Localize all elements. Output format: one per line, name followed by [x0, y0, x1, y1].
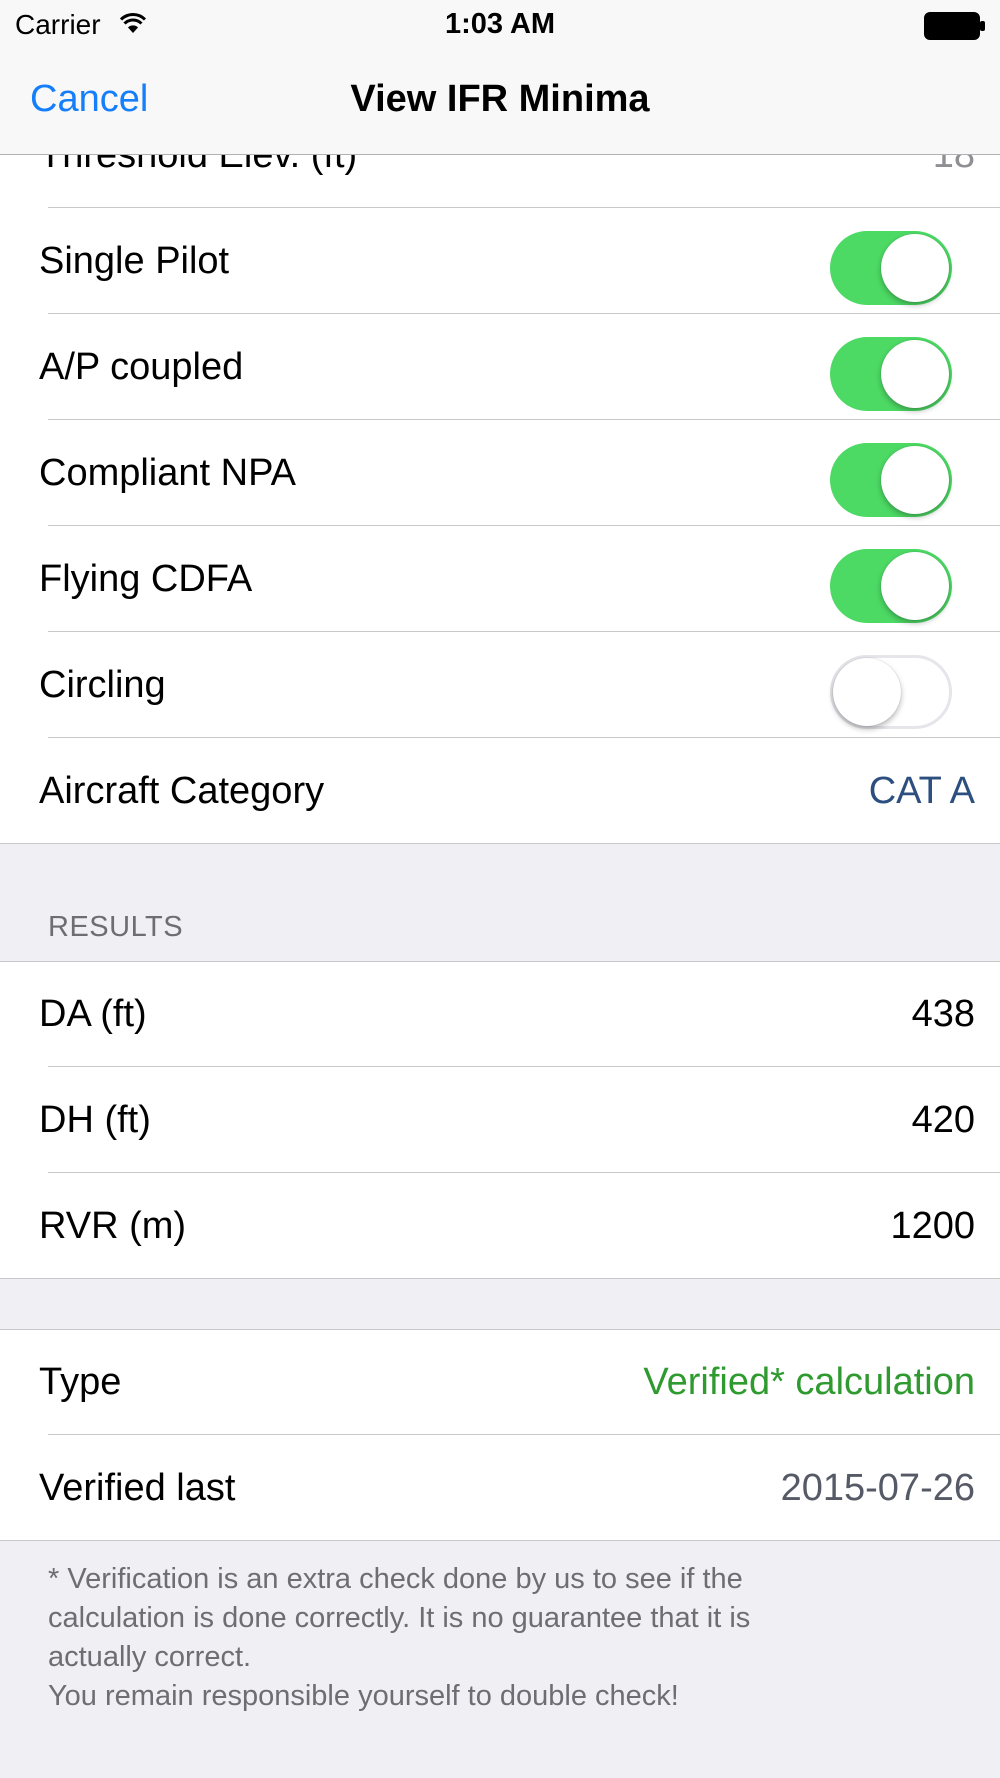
- status-bar: Carrier 1:03 AM: [0, 0, 1000, 52]
- type-value: Verified* calculation: [643, 1361, 975, 1403]
- verification-group: Type Verified* calculation Verified last…: [0, 1329, 1000, 1541]
- aircraft-category-label: Aircraft Category: [39, 770, 325, 812]
- compliant-npa-row: Compliant NPA: [0, 420, 1000, 526]
- ap-coupled-row: A/P coupled: [0, 314, 1000, 420]
- aircraft-category-row[interactable]: Aircraft Category CAT A: [0, 738, 1000, 844]
- flying-cdfa-label: Flying CDFA: [39, 558, 253, 600]
- single-pilot-label: Single Pilot: [39, 240, 230, 282]
- group-divider: [0, 1540, 1000, 1541]
- footnote-line: calculation is done correctly. It is no …: [48, 1602, 751, 1634]
- results-section-header: RESULTS: [48, 911, 184, 943]
- result-row-rvr: RVR (m) 1200: [0, 1173, 1000, 1279]
- switch-knob: [833, 658, 901, 726]
- verified-last-row: Verified last 2015-07-26: [0, 1435, 1000, 1541]
- aircraft-category-value[interactable]: CAT A: [869, 770, 975, 813]
- result-label: RVR (m): [39, 1205, 187, 1247]
- group-divider: [0, 843, 1000, 844]
- switch-knob: [881, 340, 949, 408]
- status-time: 1:03 AM: [444, 8, 556, 40]
- settings-list[interactable]: Threshold Elev. (ft) 18 Single Pilot A/P…: [0, 0, 1000, 1778]
- footnote-line: You remain responsible yourself to doubl…: [48, 1680, 679, 1712]
- type-label: Type: [39, 1361, 122, 1403]
- verified-last-value: 2015-07-26: [780, 1467, 975, 1509]
- compliant-npa-label: Compliant NPA: [39, 452, 296, 494]
- flying-cdfa-switch[interactable]: [830, 549, 952, 623]
- result-value: 438: [911, 993, 975, 1035]
- page-title: View IFR Minima: [350, 78, 650, 120]
- result-row-da: DA (ft) 438: [0, 961, 1000, 1067]
- circling-switch[interactable]: [830, 655, 952, 729]
- type-row: Type Verified* calculation: [0, 1329, 1000, 1435]
- ap-coupled-label: A/P coupled: [39, 346, 244, 388]
- group-divider: [0, 1278, 1000, 1279]
- ap-coupled-switch[interactable]: [830, 337, 952, 411]
- results-group: DA (ft) 438 DH (ft) 420 RVR (m) 1200: [0, 961, 1000, 1279]
- flying-cdfa-row: Flying CDFA: [0, 526, 1000, 632]
- battery-icon: [924, 12, 986, 40]
- result-row-dh: DH (ft) 420: [0, 1067, 1000, 1173]
- result-value: 420: [911, 1099, 975, 1141]
- navigation-bar: Cancel View IFR Minima: [0, 52, 1000, 155]
- switch-knob: [881, 446, 949, 514]
- single-pilot-row: Single Pilot: [0, 208, 1000, 314]
- compliant-npa-switch[interactable]: [830, 443, 952, 517]
- switch-knob: [881, 552, 949, 620]
- footnote-line: actually correct.: [48, 1641, 252, 1673]
- single-pilot-switch[interactable]: [830, 231, 952, 305]
- settings-group: Threshold Elev. (ft) 18 Single Pilot A/P…: [0, 102, 1000, 844]
- verified-last-label: Verified last: [39, 1467, 236, 1509]
- circling-row: Circling: [0, 632, 1000, 738]
- switch-knob: [881, 234, 949, 302]
- footnote-line: * Verification is an extra check done by…: [48, 1563, 743, 1595]
- result-label: DH (ft): [39, 1099, 151, 1141]
- result-label: DA (ft): [39, 993, 147, 1035]
- circling-label: Circling: [39, 664, 166, 706]
- verification-footnote: * Verification is an extra check done by…: [48, 1560, 948, 1716]
- result-value: 1200: [890, 1205, 975, 1247]
